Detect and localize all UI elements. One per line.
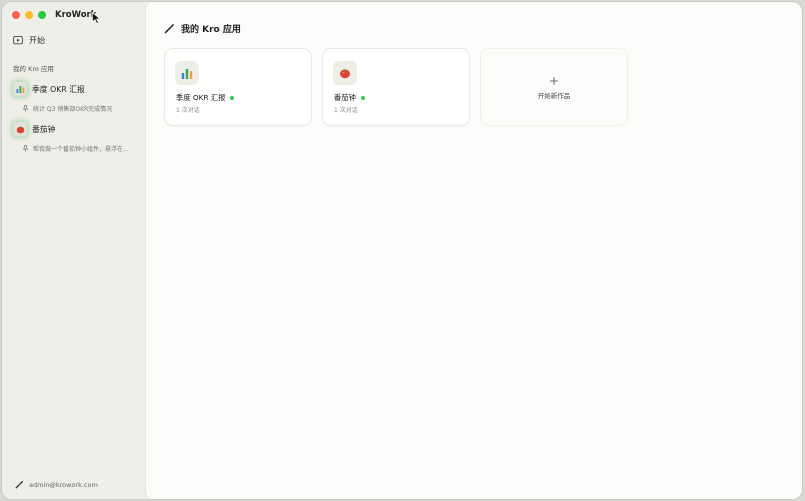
tomato-icon [333,61,357,85]
minimize-window-button[interactable] [25,11,33,19]
card-subtitle: 1 次对话 [176,107,200,114]
play-window-icon [13,36,23,45]
sidebar: KroWork 开始 我的 Kro 应用 季度 OKR 汇报 统计 Q3 销售部… [2,2,145,499]
tomato-icon [13,122,27,136]
pin-icon [22,105,29,112]
sidebar-item-okr-report[interactable]: 季度 OKR 汇报 [13,82,85,96]
sidebar-subitem-label: 帮我做一个番茄钟小组件，悬浮在... [33,146,129,153]
kro-logo-icon [15,480,24,489]
mouse-cursor-icon [92,12,101,24]
sidebar-item-label: 季度 OKR 汇报 [32,84,85,94]
sidebar-section-label: 我的 Kro 应用 [13,65,54,73]
zoom-window-button[interactable] [38,11,46,19]
sidebar-subitem-tomato[interactable]: 帮我做一个番茄钟小组件，悬浮在... [22,144,142,153]
main-content: 我的 Kro 应用 季度 OKR 汇报 1 次对话 番茄钟 1 次对话 + 开始… [145,2,802,499]
kro-logo-icon [164,23,175,34]
bar-chart-icon [13,82,27,96]
sidebar-item-start[interactable]: 开始 [13,35,45,46]
sidebar-subitem-label: 统计 Q3 销售部OKR完成情况 [33,106,113,113]
page-title-text: 我的 Kro 应用 [181,25,241,35]
new-project-label: 开始新作品 [537,91,571,100]
status-dot [230,96,235,100]
app-card-okr-report[interactable]: 季度 OKR 汇报 1 次对话 [164,48,312,126]
card-title-text: 季度 OKR 汇报 [176,93,226,102]
sidebar-item-label: 番茄钟 [32,124,56,134]
app-card-tomato-clock[interactable]: 番茄钟 1 次对话 [322,48,470,126]
sidebar-item-label: 开始 [29,36,45,45]
sidebar-item-tomato-clock[interactable]: 番茄钟 [13,122,55,136]
status-dot [360,96,365,100]
card-title: 番茄钟 [334,93,365,103]
window-controls [12,11,46,19]
app-window: KroWork 开始 我的 Kro 应用 季度 OKR 汇报 统计 Q3 销售部… [2,2,802,499]
bar-chart-icon [175,61,199,85]
account-footer[interactable]: admin@krowork.com [15,480,98,489]
card-title: 季度 OKR 汇报 [176,93,235,103]
pin-icon [22,145,29,152]
account-email: admin@krowork.com [29,480,98,489]
close-window-button[interactable] [12,11,20,19]
new-project-card[interactable]: + 开始新作品 [480,48,628,126]
app-name: KroWork [55,10,97,20]
plus-icon: + [548,73,560,88]
page-title: 我的 Kro 应用 [164,22,241,35]
card-title-text: 番茄钟 [334,93,356,102]
sidebar-subitem-okr[interactable]: 统计 Q3 销售部OKR完成情况 [22,104,142,113]
card-subtitle: 1 次对话 [334,107,358,114]
